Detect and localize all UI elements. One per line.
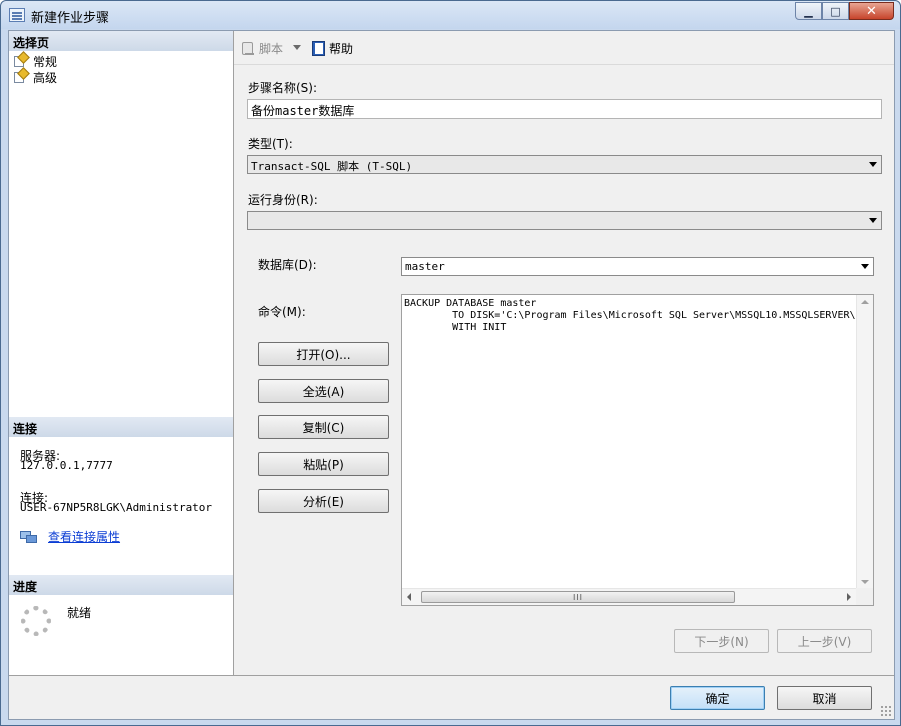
resize-grip-icon[interactable] bbox=[880, 705, 892, 717]
next-button[interactable]: 下一步(N) bbox=[674, 629, 769, 653]
window-app-icon bbox=[9, 8, 25, 22]
scroll-right-arrow-icon[interactable] bbox=[847, 593, 851, 601]
horizontal-scrollbar[interactable]: III bbox=[402, 588, 856, 605]
command-editor[interactable]: BACKUP DATABASE master TO DISK='C:\Progr… bbox=[401, 294, 874, 606]
dialog-footer: 确定 取消 bbox=[9, 675, 894, 719]
command-text[interactable]: BACKUP DATABASE master TO DISK='C:\Progr… bbox=[404, 298, 856, 588]
window-title: 新建作业步骤 bbox=[31, 11, 110, 26]
right-panel: 脚本 帮助 步骤名称(S): 备份master数据库 类型(T): Transa… bbox=[234, 31, 894, 675]
type-label: 类型(T): bbox=[248, 137, 293, 151]
connection-value: USER-67NP5R8LGK\Administrator bbox=[20, 501, 213, 514]
scroll-up-arrow-icon[interactable] bbox=[861, 300, 869, 304]
chevron-down-icon bbox=[869, 218, 877, 223]
copy-button[interactable]: 复制(C) bbox=[258, 415, 389, 439]
database-select-value: master bbox=[405, 260, 445, 273]
help-button[interactable]: 帮助 bbox=[312, 40, 353, 57]
title-bar[interactable]: 新建作业步骤 ▁ □ ✕ bbox=[1, 1, 900, 29]
type-select[interactable]: Transact-SQL 脚本 (T-SQL) bbox=[247, 155, 882, 174]
progress-status: 就绪 bbox=[67, 606, 92, 620]
progress-spinner-icon bbox=[21, 606, 51, 636]
select-page-header: 选择页 bbox=[9, 31, 233, 51]
page-icon bbox=[13, 51, 30, 68]
run-as-select[interactable] bbox=[247, 211, 882, 230]
paste-button[interactable]: 粘贴(P) bbox=[258, 452, 389, 476]
script-label: 脚本 bbox=[259, 42, 284, 56]
select-all-button[interactable]: 全选(A) bbox=[258, 379, 389, 403]
dialog-window: 新建作业步骤 ▁ □ ✕ 选择页 常规 高级 连接 服务器: 127.0.0.1… bbox=[0, 0, 901, 726]
dialog-client-area: 选择页 常规 高级 连接 服务器: 127.0.0.1,7777 连接: USE… bbox=[8, 30, 895, 720]
maximize-button[interactable]: □ bbox=[822, 2, 849, 20]
script-dropdown-chevron-icon[interactable] bbox=[293, 45, 301, 50]
window-controls: ▁ □ ✕ bbox=[795, 2, 894, 20]
cancel-button[interactable]: 取消 bbox=[777, 686, 872, 710]
page-icon bbox=[13, 67, 30, 84]
horizontal-scroll-thumb[interactable]: III bbox=[421, 591, 735, 603]
vertical-scrollbar[interactable] bbox=[856, 295, 873, 589]
page-item-label: 常规 bbox=[33, 54, 58, 69]
step-name-input[interactable]: 备份master数据库 bbox=[247, 99, 882, 119]
type-select-value: Transact-SQL 脚本 (T-SQL) bbox=[251, 160, 413, 173]
scroll-left-arrow-icon[interactable] bbox=[407, 593, 411, 601]
database-select[interactable]: master bbox=[401, 257, 874, 276]
scrollbar-corner bbox=[856, 588, 873, 605]
open-button[interactable]: 打开(O)... bbox=[258, 342, 389, 366]
left-panel: 选择页 常规 高级 连接 服务器: 127.0.0.1,7777 连接: USE… bbox=[9, 31, 234, 675]
command-line: BACKUP DATABASE master bbox=[404, 298, 537, 309]
view-connection-properties[interactable]: 查看连接属性 bbox=[20, 528, 120, 545]
close-button[interactable]: ✕ bbox=[849, 2, 894, 20]
step-name-label: 步骤名称(S): bbox=[248, 81, 318, 95]
script-icon bbox=[241, 41, 257, 57]
scroll-down-arrow-icon[interactable] bbox=[861, 580, 869, 584]
command-line: WITH INIT bbox=[404, 322, 507, 333]
command-label: 命令(M): bbox=[258, 305, 306, 319]
help-book-icon bbox=[312, 41, 326, 56]
help-label: 帮助 bbox=[329, 42, 354, 56]
database-label: 数据库(D): bbox=[258, 258, 317, 272]
view-connection-properties-link[interactable]: 查看连接属性 bbox=[48, 528, 120, 545]
chevron-down-icon bbox=[869, 162, 877, 167]
parse-button[interactable]: 分析(E) bbox=[258, 489, 389, 513]
run-as-label: 运行身份(R): bbox=[248, 193, 318, 207]
command-line: TO DISK='C:\Program Files\Microsoft SQL … bbox=[404, 310, 856, 321]
page-item-advanced[interactable]: 高级 bbox=[13, 67, 58, 85]
connection-properties-icon bbox=[20, 530, 38, 544]
previous-button[interactable]: 上一步(V) bbox=[777, 629, 872, 653]
server-value: 127.0.0.1,7777 bbox=[20, 459, 113, 472]
toolbar: 脚本 帮助 bbox=[234, 31, 894, 65]
ok-button[interactable]: 确定 bbox=[670, 686, 765, 710]
connection-header: 连接 bbox=[9, 417, 233, 437]
page-item-label: 高级 bbox=[33, 70, 58, 85]
minimize-button[interactable]: ▁ bbox=[795, 2, 822, 20]
script-button[interactable]: 脚本 bbox=[241, 40, 283, 57]
progress-header: 进度 bbox=[9, 575, 233, 595]
chevron-down-icon bbox=[861, 264, 869, 269]
page-item-general[interactable]: 常规 bbox=[13, 51, 58, 69]
